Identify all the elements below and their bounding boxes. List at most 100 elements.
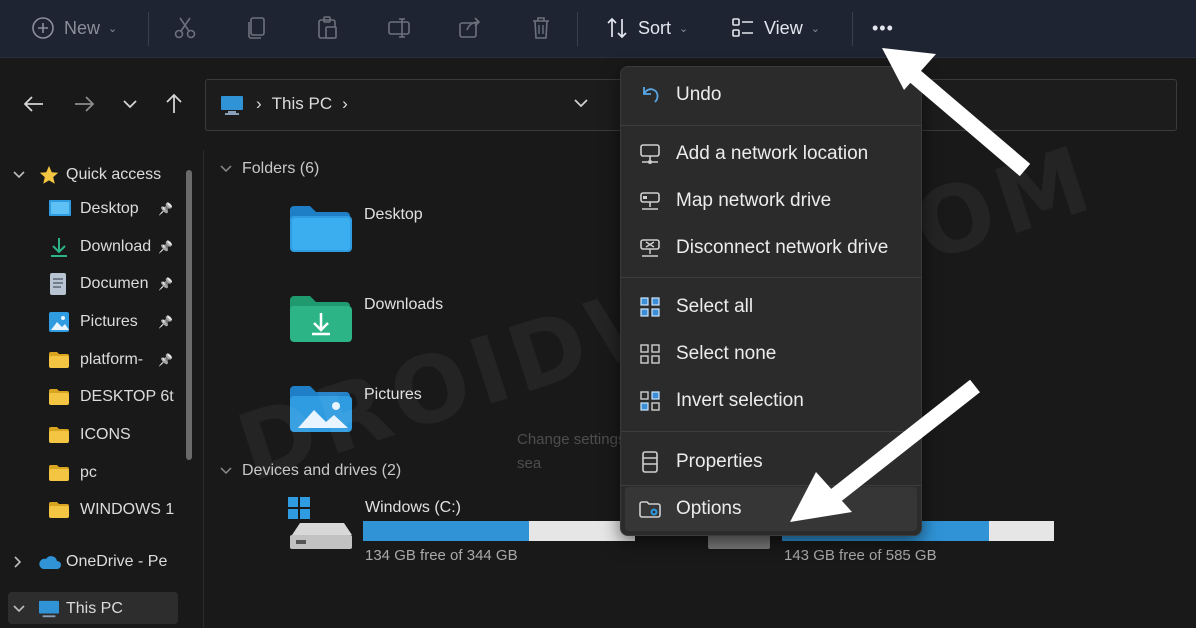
sidebar-item-pc[interactable]: pc — [48, 456, 188, 490]
view-button[interactable]: View ⌄ — [730, 12, 820, 44]
menu-item-label: Map network drive — [676, 190, 832, 211]
menu-item-label: Options — [676, 498, 742, 519]
pictures-folder-icon — [290, 386, 352, 432]
hard-drive-icon — [288, 497, 352, 549]
share-button[interactable] — [457, 12, 483, 44]
sidebar-item-documen[interactable]: Documen 📌 — [48, 267, 188, 301]
paste-button[interactable] — [315, 12, 341, 44]
new-button[interactable]: New ⌄ — [30, 12, 117, 44]
breadcrumb-this-pc[interactable]: This PC — [272, 94, 332, 114]
menu-item-select-none[interactable]: Select none — [621, 332, 921, 376]
drive-windows-c[interactable] — [288, 497, 354, 560]
downloads-folder-icon — [290, 296, 352, 342]
sort-button[interactable]: Sort ⌄ — [604, 12, 688, 44]
pin-icon: 📌 — [158, 277, 173, 291]
forward-button[interactable] — [70, 90, 98, 118]
menu-item-options[interactable]: Options — [625, 487, 917, 531]
pane-divider — [203, 150, 204, 628]
menu-item-label: Select all — [676, 296, 754, 317]
drive-name: Windows (C:) — [365, 499, 462, 516]
select-all-icon — [637, 294, 663, 320]
network-location-icon — [637, 141, 663, 167]
folder-icon — [48, 464, 74, 482]
sidebar-item-label: DESKTOP 6tl — [80, 388, 174, 405]
disconnect-drive-icon — [637, 235, 663, 261]
select-none-icon — [637, 341, 663, 367]
sort-icon — [604, 15, 630, 41]
sidebar-item-quick-access[interactable]: Quick access — [12, 158, 161, 192]
folder-downloads[interactable]: Downloads — [288, 294, 443, 344]
folders-group-header[interactable]: Folders (6) — [220, 160, 319, 178]
chevron-down-icon: ⌄ — [679, 22, 689, 35]
cut-button[interactable] — [172, 12, 198, 44]
ellipsis-icon: ••• — [872, 17, 894, 38]
trash-icon — [528, 15, 554, 41]
menu-item-undo[interactable]: Undo — [621, 73, 921, 117]
download-icon — [48, 236, 74, 258]
copy-button[interactable] — [244, 12, 270, 44]
folder-desktop[interactable]: Desktop — [288, 204, 423, 254]
recent-locations-button[interactable] — [116, 90, 144, 118]
pictures-icon — [48, 311, 74, 333]
sidebar-item-label: OneDrive - Pe — [66, 553, 168, 570]
pin-icon: 📌 — [158, 240, 173, 254]
arrow-up-icon — [166, 93, 182, 113]
map-drive-icon — [637, 188, 663, 214]
desktop-folder-icon — [290, 206, 352, 252]
folder-icon — [48, 388, 74, 406]
chevron-down-icon — [574, 99, 588, 108]
chevron-down-icon: ⌄ — [108, 22, 118, 35]
pin-icon: 📌 — [158, 315, 173, 329]
back-button[interactable] — [20, 90, 48, 118]
sidebar-item-download[interactable]: Download 📌 — [48, 230, 188, 264]
chevron-down-icon: ⌄ — [810, 22, 820, 35]
undo-icon — [637, 82, 663, 108]
chevron-down-icon — [13, 171, 25, 179]
menu-item-select-all[interactable]: Select all — [621, 285, 921, 329]
more-options-button[interactable]: ••• — [872, 12, 894, 44]
menu-item-label: Select none — [676, 343, 777, 364]
menu-item-map-network-drive[interactable]: Map network drive — [621, 179, 921, 223]
sidebar-item-this-pc[interactable]: This PC — [12, 592, 123, 626]
menu-item-invert-selection[interactable]: Invert selection — [621, 379, 921, 423]
sidebar-item-desktop-6tl[interactable]: DESKTOP 6tl — [48, 380, 188, 414]
breadcrumb: › This PC › — [256, 94, 348, 114]
properties-icon — [637, 449, 663, 475]
sidebar-item-label: pc — [80, 464, 97, 481]
document-icon — [48, 272, 74, 296]
sidebar-item-desktop[interactable]: Desktop 📌 — [48, 192, 188, 226]
copy-icon — [244, 15, 270, 41]
chevron-right-icon — [14, 556, 22, 568]
toolbar-divider — [148, 12, 149, 46]
menu-divider — [621, 431, 921, 432]
chevron-down-icon — [13, 605, 25, 613]
sidebar-item-icons[interactable]: ICONS — [48, 418, 188, 452]
view-label: View — [764, 17, 803, 38]
more-options-menu: Undo Add a network location Map network … — [620, 66, 922, 536]
cloud-icon — [39, 556, 61, 569]
sidebar-item-platform[interactable]: platform- 📌 — [48, 343, 188, 377]
menu-item-properties[interactable]: Properties — [621, 440, 921, 484]
menu-item-label: Disconnect network drive — [676, 237, 889, 258]
address-dropdown-button[interactable] — [572, 94, 590, 117]
delete-button[interactable] — [528, 12, 554, 44]
pin-icon: 📌 — [158, 353, 173, 367]
folder-pictures[interactable]: Pictures — [288, 384, 422, 434]
sidebar-item-label: WINDOWS 1 — [80, 501, 174, 518]
rename-button[interactable] — [386, 12, 412, 44]
toolbar-divider — [852, 12, 853, 46]
menu-item-add-network-location[interactable]: Add a network location — [621, 132, 921, 176]
sidebar-item-onedrive[interactable]: OneDrive - Pe — [12, 545, 176, 579]
sidebar-item-label: This PC — [66, 600, 123, 617]
sidebar-scrollbar[interactable] — [186, 170, 192, 460]
drive-usage-fill — [363, 521, 529, 541]
sidebar-item-pictures[interactable]: Pictures 📌 — [48, 305, 188, 339]
sidebar-item-windows-1[interactable]: WINDOWS 1 — [48, 493, 188, 527]
options-icon — [637, 496, 663, 522]
command-bar: New ⌄ Sort ⌄ View ⌄ ••• — [0, 0, 1196, 58]
menu-item-disconnect-network-drive[interactable]: Disconnect network drive — [621, 226, 921, 270]
up-button[interactable] — [160, 90, 188, 118]
chevron-down-icon — [123, 100, 137, 109]
pin-icon: 📌 — [158, 202, 173, 216]
devices-group-header[interactable]: Devices and drives (2) — [220, 462, 401, 480]
